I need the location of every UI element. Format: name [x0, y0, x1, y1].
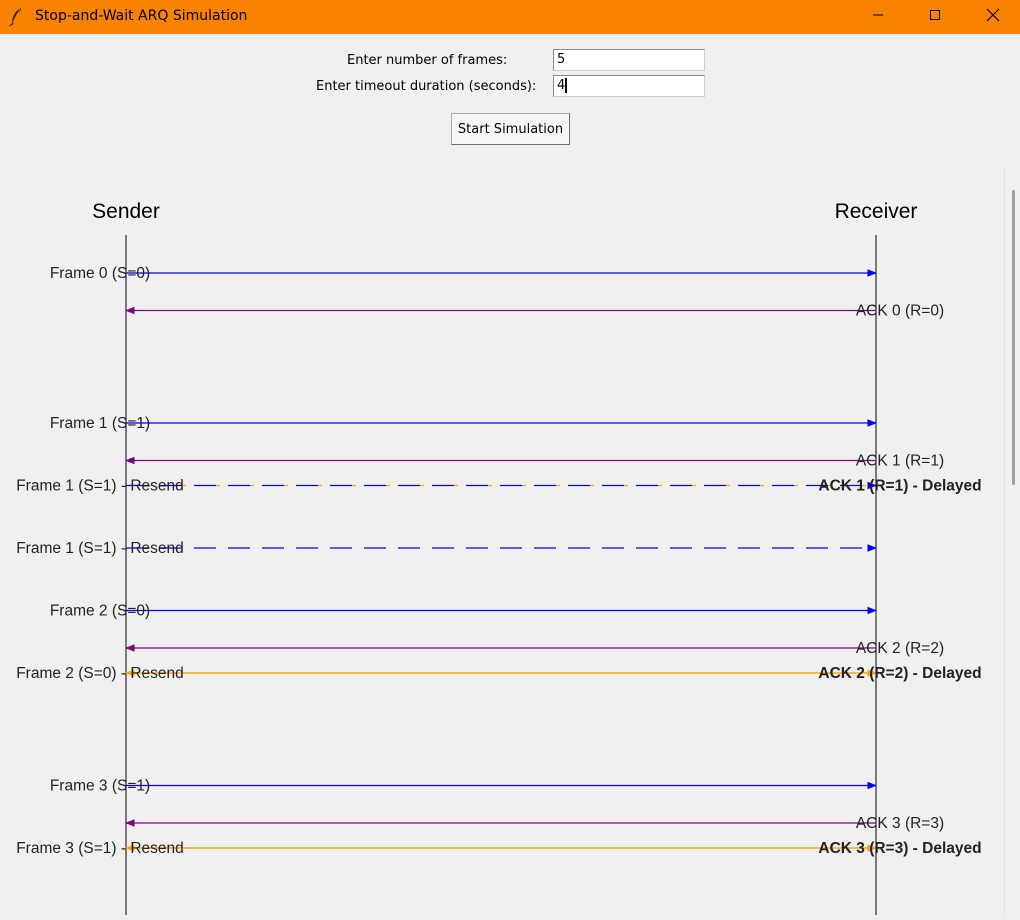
feather-icon	[9, 7, 25, 27]
sequence-diagram: Sender Receiver Frame 0 (S=0) ACK 0 (R=0)…	[16, 200, 982, 915]
start-simulation-label: Start Simulation	[457, 121, 564, 137]
ack-label: ACK 3 (R=3)	[856, 815, 944, 832]
resend-label: Frame 1 (S=1) - Resend	[16, 540, 184, 557]
timeout-label: Enter timeout duration (seconds):	[316, 79, 537, 94]
start-simulation-button[interactable]: Start Simulation	[451, 113, 570, 145]
close-button[interactable]	[970, 0, 1016, 34]
timeout-input[interactable]: 4	[553, 75, 705, 97]
frame-label: Frame 3 (S=1)	[50, 778, 150, 795]
simulation-canvas: Sender Receiver Frame 0 (S=0) ACK 0 (R=0)…	[0, 168, 1004, 915]
window-title: Stop-and-Wait ARQ Simulation	[35, 8, 248, 24]
delayed-ack-label: ACK 3 (R=3) - Delayed	[818, 840, 981, 857]
frame-label: Frame 1 (S=1)	[50, 415, 150, 432]
minimize-button[interactable]	[855, 0, 901, 34]
frames-input-value: 5	[557, 52, 566, 67]
resend-label: Frame 1 (S=1) - Resend	[16, 478, 184, 495]
maximize-icon	[929, 8, 941, 26]
scrollbar-thumb[interactable]	[1012, 190, 1015, 485]
ack-label: ACK 0 (R=0)	[856, 303, 944, 320]
ack-label: ACK 1 (R=1)	[856, 453, 944, 470]
text-caret	[565, 78, 568, 93]
maximize-button[interactable]	[912, 0, 958, 34]
frame-label: Frame 2 (S=0)	[50, 603, 150, 620]
delayed-ack-label: ACK 2 (R=2) - Delayed	[818, 665, 981, 682]
resend-label: Frame 2 (S=0) - Resend	[16, 665, 184, 682]
minimize-icon	[872, 8, 884, 26]
receiver-label: Receiver	[835, 200, 918, 223]
frame-label: Frame 0 (S=0)	[50, 265, 150, 282]
delayed-ack-label: ACK 1 (R=1) - Delayed	[818, 478, 981, 495]
ack-label: ACK 2 (R=2)	[856, 640, 944, 657]
resend-label: Frame 3 (S=1) - Resend	[16, 840, 184, 857]
close-icon	[986, 8, 1000, 27]
frames-label: Enter number of frames:	[347, 53, 508, 68]
title-bar: Stop-and-Wait ARQ Simulation	[0, 0, 1020, 34]
sender-label: Sender	[92, 200, 160, 223]
frames-input[interactable]: 5	[553, 49, 705, 71]
timeout-input-value: 4	[557, 78, 566, 93]
